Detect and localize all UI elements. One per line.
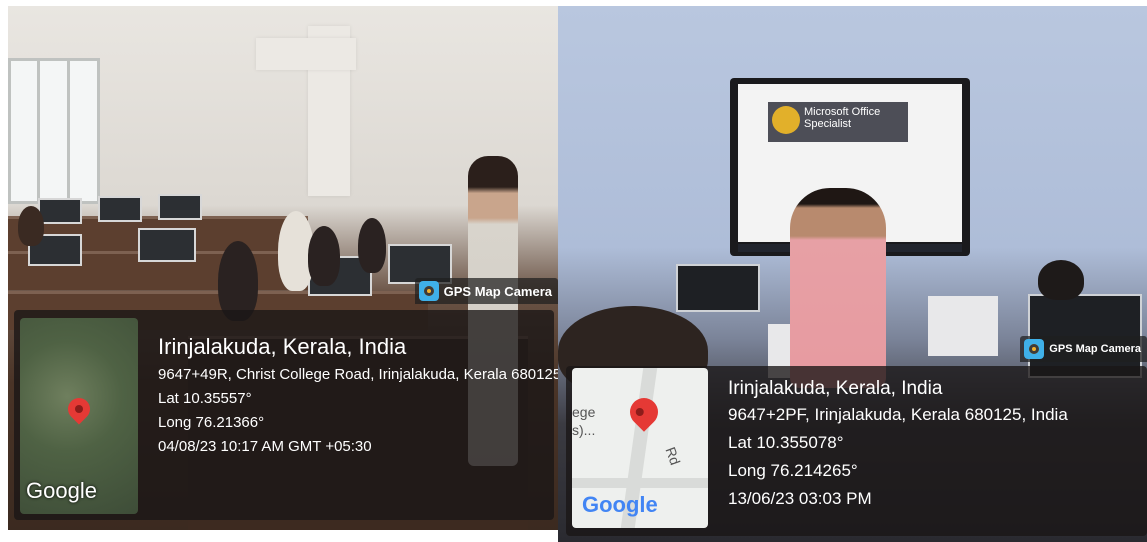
datetime: 04/08/23 10:17 AM GMT +05:30 [158,438,372,455]
map-pin-icon [63,393,95,425]
latitude: Lat 10.355078° [728,433,844,452]
datetime: 13/06/23 03:03 PM [728,489,872,508]
gps-camera-tag: GPS Map Camera [414,278,558,304]
location-title: Irinjalakuda, Kerala, India [728,378,943,399]
window [8,58,100,204]
gps-details: Irinjalakuda, Kerala, India 9647+2PF, Ir… [728,378,1068,516]
longitude: Long 76.214265° [728,461,858,480]
gps-camera-icon [1024,339,1045,359]
student [1038,260,1084,300]
screen-title: Microsoft Office Specialist [804,106,881,130]
longitude: Long 76.21366° [158,414,265,431]
gps-camera-tag: GPS Map Camera [1020,336,1147,362]
student [308,226,340,286]
address: 9647+2PF, Irinjalakuda, Kerala 680125, I… [728,405,1068,424]
presenter [790,188,886,388]
latitude: Lat 10.35557° [158,390,252,407]
map-pin-icon [624,392,664,432]
student [218,241,258,321]
google-logo: Google [582,492,658,517]
gps-details: Irinjalakuda, Kerala, India 9647+49R, Ch… [158,334,558,462]
photo-right-presentation: Microsoft Office Specialist GPS Map Came… [558,6,1147,542]
location-title: Irinjalakuda, Kerala, India [158,334,407,359]
student [18,206,44,246]
photo-left-classroom: GPS Map Camera Google Irinjalakuda, Kera… [8,6,558,530]
office-badge-icon [772,106,800,134]
student [358,218,386,273]
map-thumbnail: ege s)... Rd Google [572,368,708,528]
map-thumbnail: Google [20,318,138,514]
address: 9647+49R, Christ College Road, Irinjalak… [158,366,558,383]
gps-camera-icon [418,281,439,301]
google-logo: Google [26,478,97,503]
